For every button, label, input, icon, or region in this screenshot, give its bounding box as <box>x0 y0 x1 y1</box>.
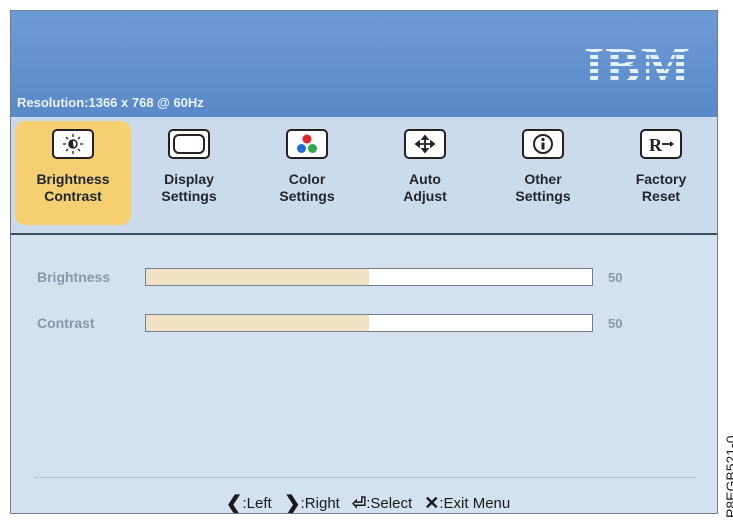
tab-label: Auto Adjust <box>403 171 447 204</box>
monitor-osd-menu: IBM Resolution:1366 x 768 @ 60Hz Brightn… <box>10 10 718 514</box>
ibm-logo: IBM <box>584 38 691 95</box>
color-icon <box>286 129 328 159</box>
contrast-value: 50 <box>608 316 623 331</box>
close-icon: ✕ <box>424 493 440 513</box>
brightness-slider[interactable] <box>145 268 593 286</box>
tab-color-settings[interactable]: Color Settings <box>249 121 365 225</box>
contrast-slider-fill <box>146 315 369 331</box>
tab-label: Brightness Contrast <box>36 171 110 204</box>
footer-divider <box>35 477 695 478</box>
resolution-text: Resolution:1366 x 768 @ 60Hz <box>17 95 204 110</box>
factory-reset-icon: R <box>640 129 682 159</box>
tab-brightness-contrast[interactable]: Brightness Contrast <box>15 121 131 225</box>
navigation-hints: ❮:Left ❯:Right ⏎:Select ✕:Exit Menu <box>11 491 717 514</box>
brightness-value: 50 <box>608 270 623 285</box>
settings-panel: Brightness 50 Contrast 50 ❮:Left ❯:Right… <box>11 235 717 514</box>
brightness-icon <box>52 129 94 159</box>
right-hint: :Right <box>300 495 340 512</box>
tab-label: Factory Reset <box>635 171 687 204</box>
chevron-right-icon: ❯ <box>283 493 301 514</box>
tab-label: Color Settings <box>279 171 335 204</box>
figure-code: P8EGB521-0 <box>723 435 733 519</box>
select-hint: :Select <box>366 495 413 512</box>
svg-text:R: R <box>649 135 663 155</box>
brightness-slider-fill <box>146 269 369 285</box>
tab-other-settings[interactable]: Other Settings <box>485 121 601 225</box>
contrast-label: Contrast <box>37 315 95 331</box>
tab-label: Display Settings <box>161 171 217 204</box>
tab-auto-adjust[interactable]: Auto Adjust <box>367 121 483 225</box>
menu-tab-bar: Brightness Contrast Display Settings Color… <box>11 117 717 235</box>
tab-display-settings[interactable]: Display Settings <box>131 121 247 225</box>
osd-header: IBM Resolution:1366 x 768 @ 60Hz <box>11 11 717 117</box>
left-hint: :Left <box>242 495 272 512</box>
chevron-left-icon: ❮ <box>225 493 243 514</box>
display-icon <box>168 129 210 159</box>
tab-label: Other Settings <box>515 171 571 204</box>
info-icon <box>522 129 564 159</box>
brightness-label: Brightness <box>37 269 111 285</box>
exit-hint: :Exit Menu <box>439 495 511 512</box>
auto-adjust-icon <box>404 129 446 159</box>
enter-icon: ⏎ <box>352 493 367 513</box>
tab-factory-reset[interactable]: R Factory Reset <box>603 121 717 225</box>
contrast-slider[interactable] <box>145 314 593 332</box>
